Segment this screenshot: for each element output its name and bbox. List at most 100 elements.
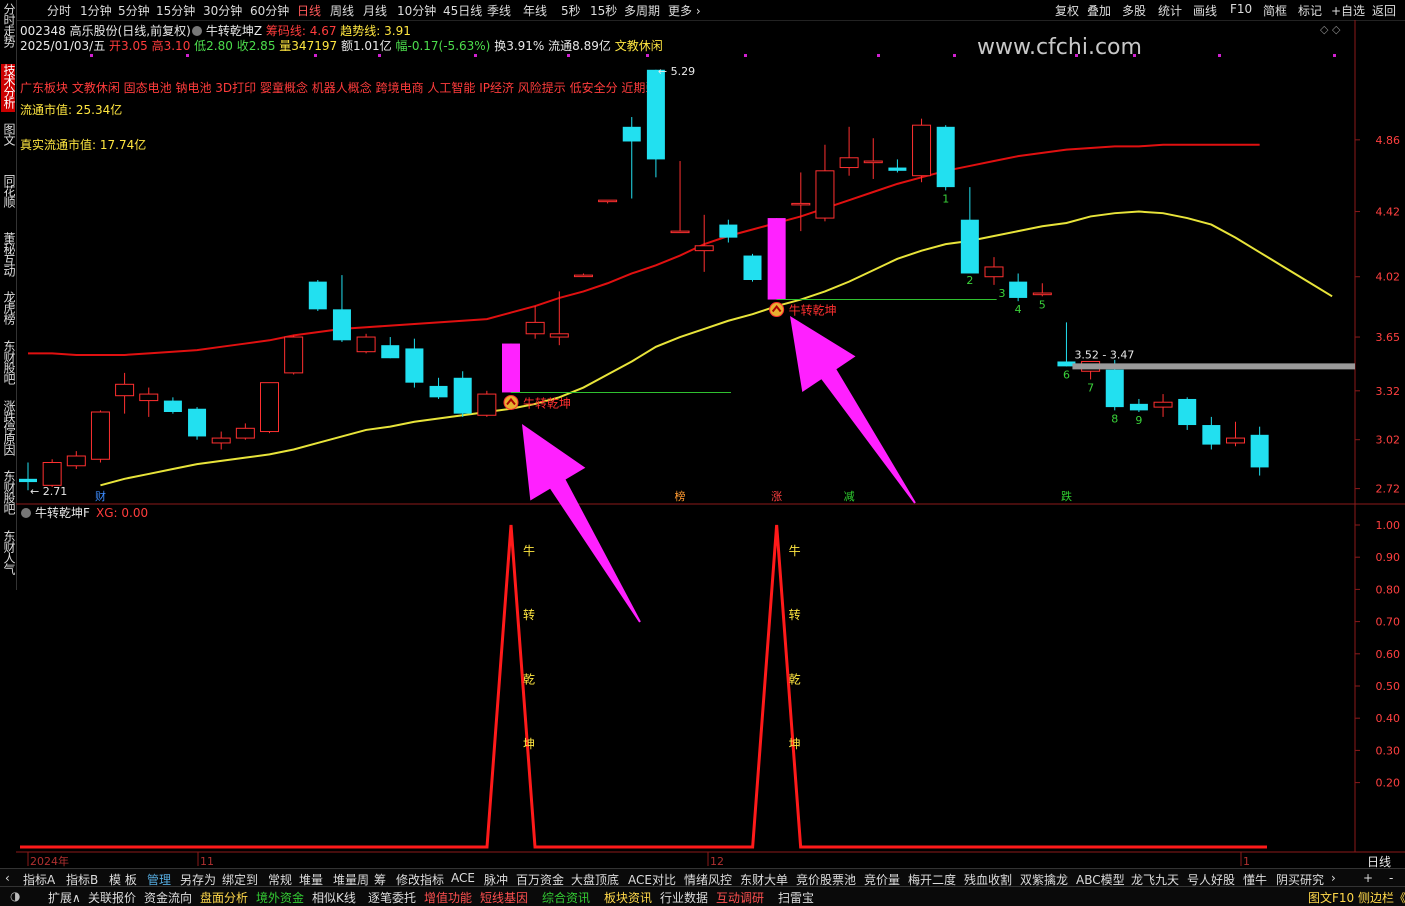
candle-body (888, 167, 907, 171)
peak-char-label: 坤 (523, 736, 535, 751)
candle-body (115, 383, 135, 397)
bottom-item-8[interactable]: 短线基因 (480, 889, 528, 906)
bottom-item-1[interactable]: 关联报价 (88, 889, 136, 906)
signal-label: 牛转乾坤 (523, 395, 571, 410)
ma-red (28, 143, 1260, 356)
peak-char-label: 转 (789, 607, 801, 622)
event-dot (1133, 54, 1136, 57)
candle-body (622, 126, 641, 142)
bottom-item-4[interactable]: 境外资金 (256, 889, 304, 906)
count-label: 9 (1135, 414, 1142, 427)
signal-icon (769, 302, 785, 318)
indicator-tick-label: 1.00 (1376, 519, 1401, 532)
signal-icon (503, 394, 519, 410)
event-dot (953, 54, 956, 57)
bottom-item-9[interactable]: 综合资讯 (542, 889, 590, 906)
remove-tab-icon[interactable]: - (1389, 871, 1393, 885)
candle-body (670, 230, 690, 234)
bottom-function-bar: 扩展∧ 关联报价 资金流向 盘面分析 境外资金 相似K线 逐笔委托 增值功能 短线基因 综合资讯板… (0, 886, 1405, 906)
time-axis-period-button[interactable]: 日线 (1367, 855, 1391, 869)
peak-char-label: 牛 (523, 543, 535, 558)
peak-char-label: 转 (523, 607, 535, 622)
candle-body (1009, 281, 1028, 298)
count-label: 8 (1111, 412, 1118, 425)
bottom-item-6[interactable]: 逐笔委托 (368, 889, 416, 906)
price-tick-label: 4.42 (1376, 206, 1401, 219)
bottom-item-2[interactable]: 资金流向 (144, 889, 192, 906)
candle-body (791, 202, 811, 206)
bottom-item-3[interactable]: 盘面分析 (200, 889, 248, 906)
candle-body (332, 309, 351, 341)
time-axis: 2024年 11 12 1 日线 (27, 852, 1391, 869)
candle-body (1032, 292, 1052, 296)
peak-char-label: 乾 (523, 673, 535, 687)
indicator-xg-label: XG: 0.00 (96, 506, 148, 520)
event-dot (1333, 54, 1336, 57)
count-label: 1 (942, 192, 949, 205)
price-tick-label: 4.02 (1376, 271, 1401, 284)
bottom-item-7[interactable]: 增值功能 (424, 889, 472, 906)
event-dot (1075, 54, 1078, 57)
candle-body (1202, 425, 1221, 445)
candle-body (381, 345, 400, 359)
candle-body (405, 348, 424, 383)
side-panel-toggle[interactable]: 图文F10 侧边栏《 (1308, 889, 1405, 906)
gap-range-label: 3.52 - 3.47 (1074, 348, 1134, 361)
price-chart: 4.864.424.023.653.323.022.72牛转乾坤牛转乾坤← 5.… (16, 20, 1405, 869)
candle-body (284, 336, 304, 374)
candle-body (211, 437, 231, 444)
bottom-item-12[interactable]: 互动调研 (716, 889, 764, 906)
indicator-tick-label: 0.50 (1376, 680, 1401, 693)
candle-body (42, 462, 62, 486)
candle-body (477, 393, 497, 416)
event-dot (744, 54, 747, 57)
event-dot (646, 54, 649, 57)
indicator-tick-label: 0.20 (1376, 777, 1401, 790)
candle-body (598, 199, 618, 203)
candle-body (429, 385, 448, 398)
price-tick-label: 3.32 (1376, 385, 1401, 398)
toggle-icon[interactable]: ◑ (10, 889, 20, 903)
indicator-sub-title: 牛转乾坤F (35, 505, 90, 520)
tabs-scroll-right-icon[interactable]: › (1331, 871, 1336, 885)
event-dot (186, 54, 189, 57)
candle-body (139, 393, 159, 402)
bottom-item-10[interactable]: 板块资讯 (604, 889, 652, 906)
candle-body (502, 343, 520, 393)
time-axis-label: 11 (200, 855, 214, 868)
count-label: 6 (1063, 368, 1070, 381)
event-marker: 榜 (675, 489, 686, 503)
count-label: 4 (1015, 303, 1022, 316)
candle-body (235, 427, 255, 439)
candle-body (767, 218, 786, 300)
annotation-arrow (790, 316, 916, 504)
low-price-label: ← 2.71 (30, 485, 67, 498)
bottom-item-13[interactable]: 扫雷宝 (778, 889, 814, 906)
candle-body (719, 224, 738, 238)
add-tab-icon[interactable]: + (1363, 871, 1373, 885)
candle-body (356, 336, 376, 353)
event-dot (90, 54, 93, 57)
count-label: 7 (1087, 381, 1094, 394)
tabs-scroll-left-icon[interactable]: ‹ (5, 871, 10, 885)
price-tick-label: 4.86 (1376, 134, 1401, 147)
candle-body (90, 411, 110, 460)
event-dot (1218, 54, 1221, 57)
indicator-line (20, 524, 1267, 849)
signal-label: 牛转乾坤 (789, 303, 837, 318)
event-dot (474, 54, 477, 57)
bottom-item-0[interactable]: 扩展∧ (48, 889, 81, 906)
candle-body (525, 321, 545, 335)
indicator-tab-11[interactable]: ACE (451, 871, 475, 885)
candle-body (1105, 369, 1124, 408)
candle-body (260, 382, 279, 433)
bottom-item-11[interactable]: 行业数据 (660, 889, 708, 906)
candle-body (863, 160, 883, 164)
indicator-tabs-bar: 指标A 指标B 模 板管理 另存为 绑定到 常规 堆量 堆量周筹修改指标 ACE 脉冲 百万资金 大盘… (0, 868, 1405, 887)
candle-body (960, 219, 979, 274)
candle-body (1250, 434, 1269, 468)
bottom-item-5[interactable]: 相似K线 (312, 889, 356, 906)
candle-body (188, 408, 207, 437)
price-tick-label: 3.02 (1376, 434, 1401, 447)
price-tick-label: 2.72 (1376, 483, 1401, 496)
